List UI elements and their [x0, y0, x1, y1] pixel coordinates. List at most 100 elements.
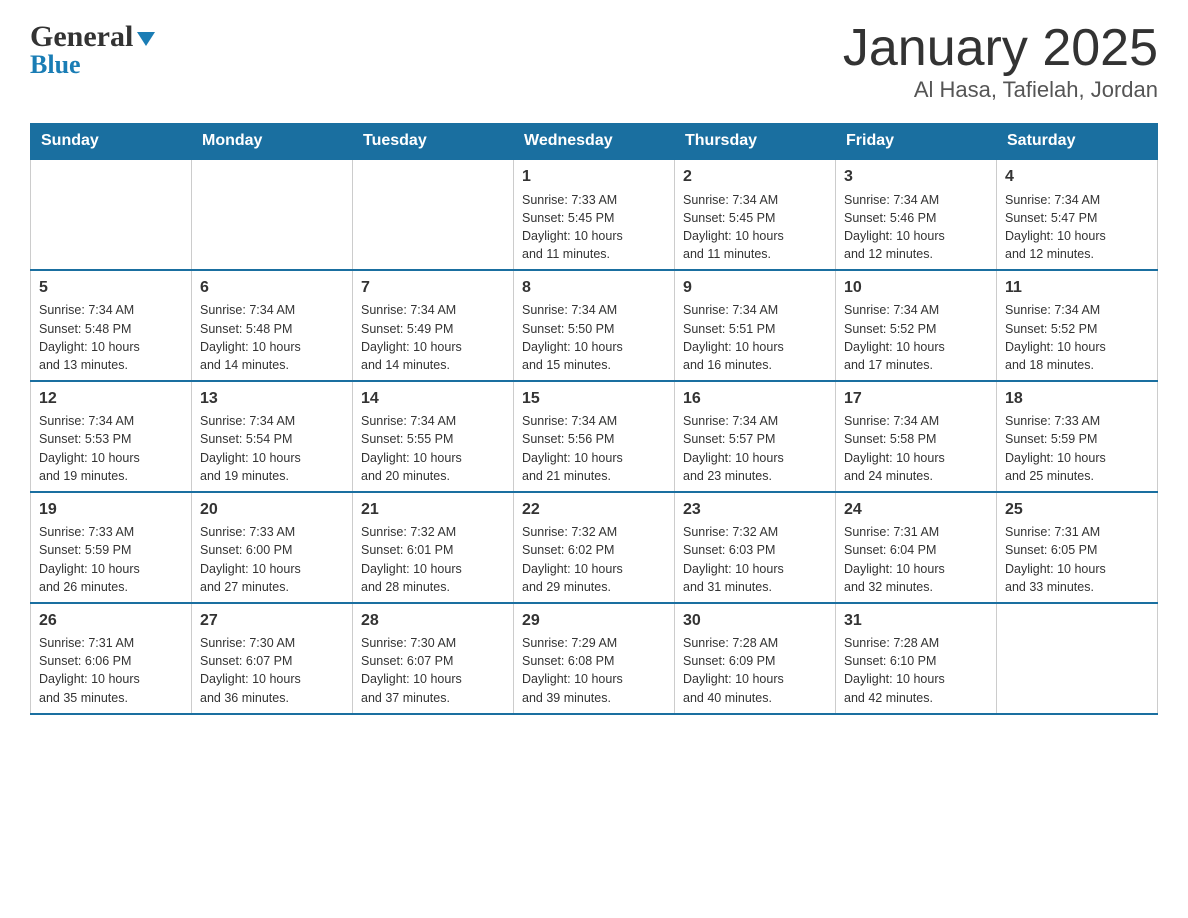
- day-info: Sunrise: 7:34 AM Sunset: 5:58 PM Dayligh…: [844, 412, 988, 485]
- calendar-cell: 23Sunrise: 7:32 AM Sunset: 6:03 PM Dayli…: [675, 492, 836, 603]
- day-number: 8: [522, 277, 666, 299]
- calendar-cell: 9Sunrise: 7:34 AM Sunset: 5:51 PM Daylig…: [675, 270, 836, 381]
- calendar-day-header: Sunday: [31, 124, 192, 160]
- day-number: 2: [683, 166, 827, 188]
- calendar-cell: 1 Sunrise: 7:33 AM Sunset: 5:45 PM Daylig…: [514, 159, 675, 270]
- day-info: Sunrise: 7:30 AM Sunset: 6:07 PM Dayligh…: [200, 634, 344, 707]
- calendar-cell: 13Sunrise: 7:34 AM Sunset: 5:54 PM Dayli…: [192, 381, 353, 492]
- logo-general-text: General: [30, 20, 133, 54]
- calendar-cell: 8Sunrise: 7:34 AM Sunset: 5:50 PM Daylig…: [514, 270, 675, 381]
- day-info: Sunrise: 7:34 AM Sunset: 5:53 PM Dayligh…: [39, 412, 183, 485]
- day-info: Sunrise: 7:34 AM Sunset: 5:45 PM Dayligh…: [683, 191, 827, 264]
- day-number: 3: [844, 166, 988, 188]
- day-info: Sunrise: 7:34 AM Sunset: 5:52 PM Dayligh…: [844, 301, 988, 374]
- day-number: 6: [200, 277, 344, 299]
- calendar-day-header: Tuesday: [353, 124, 514, 160]
- day-number: 26: [39, 610, 183, 632]
- calendar-cell: 20Sunrise: 7:33 AM Sunset: 6:00 PM Dayli…: [192, 492, 353, 603]
- calendar-week-row: 19Sunrise: 7:33 AM Sunset: 5:59 PM Dayli…: [31, 492, 1158, 603]
- day-info: Sunrise: 7:34 AM Sunset: 5:48 PM Dayligh…: [200, 301, 344, 374]
- calendar-cell: 16Sunrise: 7:34 AM Sunset: 5:57 PM Dayli…: [675, 381, 836, 492]
- calendar-cell: 14Sunrise: 7:34 AM Sunset: 5:55 PM Dayli…: [353, 381, 514, 492]
- day-info: Sunrise: 7:33 AM Sunset: 6:00 PM Dayligh…: [200, 523, 344, 596]
- calendar-cell: 25Sunrise: 7:31 AM Sunset: 6:05 PM Dayli…: [997, 492, 1158, 603]
- page-header: General Blue January 2025 Al Hasa, Tafie…: [30, 20, 1158, 103]
- calendar-week-row: 1 Sunrise: 7:33 AM Sunset: 5:45 PM Daylig…: [31, 159, 1158, 270]
- day-number: 13: [200, 388, 344, 410]
- calendar-week-row: 5Sunrise: 7:34 AM Sunset: 5:48 PM Daylig…: [31, 270, 1158, 381]
- calendar-day-header: Saturday: [997, 124, 1158, 160]
- title-block: January 2025 Al Hasa, Tafielah, Jordan: [843, 20, 1158, 103]
- day-number: 4: [1005, 166, 1149, 188]
- day-number: 30: [683, 610, 827, 632]
- day-number: 20: [200, 499, 344, 521]
- calendar-cell: 31Sunrise: 7:28 AM Sunset: 6:10 PM Dayli…: [836, 603, 997, 714]
- calendar-cell: 5Sunrise: 7:34 AM Sunset: 5:48 PM Daylig…: [31, 270, 192, 381]
- calendar-cell: 4 Sunrise: 7:34 AM Sunset: 5:47 PM Daylig…: [997, 159, 1158, 270]
- calendar-cell: 7Sunrise: 7:34 AM Sunset: 5:49 PM Daylig…: [353, 270, 514, 381]
- calendar-day-header: Friday: [836, 124, 997, 160]
- day-info: Sunrise: 7:33 AM Sunset: 5:59 PM Dayligh…: [39, 523, 183, 596]
- calendar-cell: 24Sunrise: 7:31 AM Sunset: 6:04 PM Dayli…: [836, 492, 997, 603]
- day-info: Sunrise: 7:34 AM Sunset: 5:57 PM Dayligh…: [683, 412, 827, 485]
- calendar-cell: 6Sunrise: 7:34 AM Sunset: 5:48 PM Daylig…: [192, 270, 353, 381]
- day-info: Sunrise: 7:34 AM Sunset: 5:49 PM Dayligh…: [361, 301, 505, 374]
- calendar-cell: [997, 603, 1158, 714]
- day-info: Sunrise: 7:34 AM Sunset: 5:51 PM Dayligh…: [683, 301, 827, 374]
- day-info: Sunrise: 7:34 AM Sunset: 5:46 PM Dayligh…: [844, 191, 988, 264]
- calendar-cell: [353, 159, 514, 270]
- day-number: 5: [39, 277, 183, 299]
- day-number: 14: [361, 388, 505, 410]
- day-info: Sunrise: 7:31 AM Sunset: 6:04 PM Dayligh…: [844, 523, 988, 596]
- calendar-week-row: 26Sunrise: 7:31 AM Sunset: 6:06 PM Dayli…: [31, 603, 1158, 714]
- day-number: 17: [844, 388, 988, 410]
- calendar-cell: [192, 159, 353, 270]
- calendar-week-row: 12Sunrise: 7:34 AM Sunset: 5:53 PM Dayli…: [31, 381, 1158, 492]
- calendar-cell: 29Sunrise: 7:29 AM Sunset: 6:08 PM Dayli…: [514, 603, 675, 714]
- logo-blue-text: Blue: [30, 50, 157, 80]
- day-number: 25: [1005, 499, 1149, 521]
- day-info: Sunrise: 7:29 AM Sunset: 6:08 PM Dayligh…: [522, 634, 666, 707]
- day-number: 19: [39, 499, 183, 521]
- calendar-cell: [31, 159, 192, 270]
- calendar-cell: 10Sunrise: 7:34 AM Sunset: 5:52 PM Dayli…: [836, 270, 997, 381]
- calendar-day-header: Wednesday: [514, 124, 675, 160]
- day-info: Sunrise: 7:28 AM Sunset: 6:10 PM Dayligh…: [844, 634, 988, 707]
- day-info: Sunrise: 7:34 AM Sunset: 5:50 PM Dayligh…: [522, 301, 666, 374]
- calendar-cell: 19Sunrise: 7:33 AM Sunset: 5:59 PM Dayli…: [31, 492, 192, 603]
- day-number: 28: [361, 610, 505, 632]
- day-number: 29: [522, 610, 666, 632]
- day-number: 10: [844, 277, 988, 299]
- logo-arrow-icon: [135, 28, 157, 50]
- logo: General Blue: [30, 20, 157, 80]
- day-number: 7: [361, 277, 505, 299]
- calendar-table: SundayMondayTuesdayWednesdayThursdayFrid…: [30, 123, 1158, 714]
- day-number: 24: [844, 499, 988, 521]
- day-info: Sunrise: 7:34 AM Sunset: 5:48 PM Dayligh…: [39, 301, 183, 374]
- day-info: Sunrise: 7:32 AM Sunset: 6:02 PM Dayligh…: [522, 523, 666, 596]
- day-number: 31: [844, 610, 988, 632]
- day-number: 21: [361, 499, 505, 521]
- calendar-cell: 18Sunrise: 7:33 AM Sunset: 5:59 PM Dayli…: [997, 381, 1158, 492]
- calendar-cell: 11Sunrise: 7:34 AM Sunset: 5:52 PM Dayli…: [997, 270, 1158, 381]
- page-title: January 2025: [843, 20, 1158, 77]
- day-info: Sunrise: 7:32 AM Sunset: 6:03 PM Dayligh…: [683, 523, 827, 596]
- day-number: 1: [522, 166, 666, 188]
- day-number: 9: [683, 277, 827, 299]
- day-number: 16: [683, 388, 827, 410]
- day-info: Sunrise: 7:33 AM Sunset: 5:45 PM Dayligh…: [522, 191, 666, 264]
- calendar-day-header: Thursday: [675, 124, 836, 160]
- day-number: 23: [683, 499, 827, 521]
- calendar-cell: 28Sunrise: 7:30 AM Sunset: 6:07 PM Dayli…: [353, 603, 514, 714]
- day-number: 22: [522, 499, 666, 521]
- day-info: Sunrise: 7:31 AM Sunset: 6:05 PM Dayligh…: [1005, 523, 1149, 596]
- calendar-header-row: SundayMondayTuesdayWednesdayThursdayFrid…: [31, 124, 1158, 160]
- calendar-cell: 22Sunrise: 7:32 AM Sunset: 6:02 PM Dayli…: [514, 492, 675, 603]
- page-subtitle: Al Hasa, Tafielah, Jordan: [843, 77, 1158, 103]
- day-info: Sunrise: 7:32 AM Sunset: 6:01 PM Dayligh…: [361, 523, 505, 596]
- day-number: 27: [200, 610, 344, 632]
- day-info: Sunrise: 7:34 AM Sunset: 5:47 PM Dayligh…: [1005, 191, 1149, 264]
- calendar-day-header: Monday: [192, 124, 353, 160]
- day-info: Sunrise: 7:33 AM Sunset: 5:59 PM Dayligh…: [1005, 412, 1149, 485]
- calendar-cell: 15Sunrise: 7:34 AM Sunset: 5:56 PM Dayli…: [514, 381, 675, 492]
